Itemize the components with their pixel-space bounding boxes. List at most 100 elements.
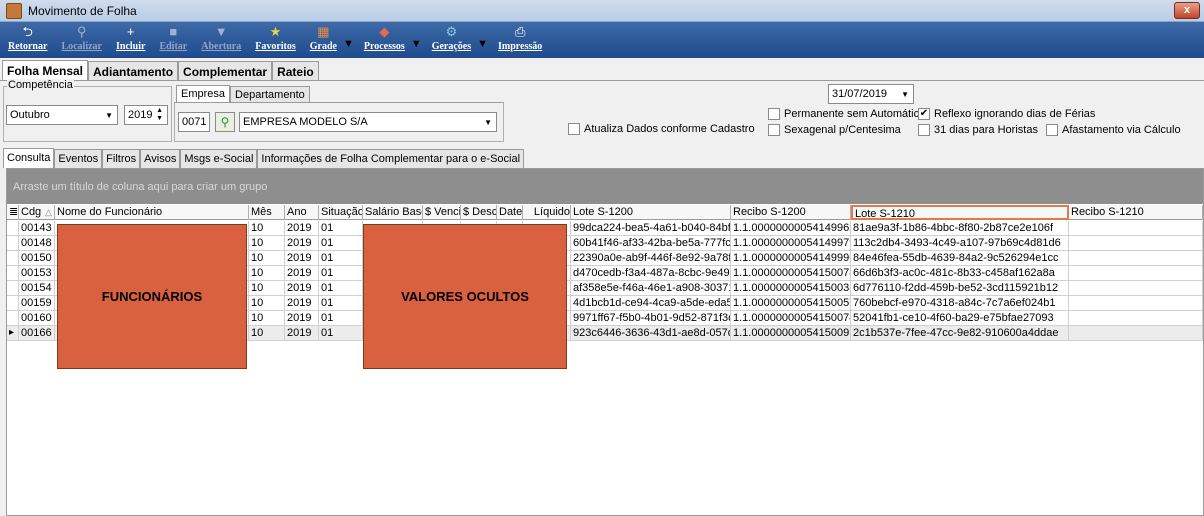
tab-eventos[interactable]: Eventos (54, 149, 103, 168)
chevron-down-icon[interactable]: ▼ (411, 38, 422, 50)
month-select[interactable]: Outubro ▼ (6, 105, 118, 125)
table-cell[interactable]: 1.1.0000000005415007449 (731, 311, 851, 326)
table-cell[interactable]: 01 (319, 326, 363, 341)
table-cell[interactable]: 00143 (19, 221, 55, 236)
column-header--desc[interactable]: $ Desc (461, 205, 497, 220)
table-cell[interactable]: 99dca224-bea5-4a61-b040-84bf1d (571, 221, 731, 236)
row-indicator[interactable] (7, 251, 19, 266)
tab-empresa[interactable]: Empresa (176, 85, 231, 103)
table-cell[interactable]: 1.1.0000000005414996220 (731, 221, 851, 236)
reflexo-checkbox[interactable]: ✔ Reflexo ignorando dias de Férias (918, 108, 1095, 120)
tab-folha-mensal[interactable]: Folha Mensal (2, 60, 89, 80)
column-header--vencir[interactable]: $ Vencir (423, 205, 461, 220)
table-cell[interactable]: 1.1.0000000005415007844 (731, 266, 851, 281)
tab-msgs-e-social[interactable]: Msgs e-Social (180, 149, 258, 168)
checkbox-box[interactable]: ✔ (918, 108, 930, 120)
table-cell[interactable]: 113c2db4-3493-4c49-a107-97b69c4d81d6 (851, 236, 1069, 251)
retornar-button[interactable]: ⮌ Retornar (8, 22, 47, 52)
empresa-code-field[interactable]: 0071 (178, 112, 210, 132)
processos-button[interactable]: ◆ Processos (364, 22, 405, 52)
table-cell[interactable]: 10 (249, 311, 285, 326)
atualiza-checkbox[interactable]: Atualiza Dados conforme Cadastro (568, 123, 755, 135)
table-cell[interactable]: 2c1b537e-7fee-47cc-9e82-910600a4ddae (851, 326, 1069, 341)
checkbox-box[interactable] (568, 123, 580, 135)
column-header-recibo-s-1210[interactable]: Recibo S-1210 (1069, 205, 1203, 220)
localizar-button[interactable]: ⚲ Localizar (61, 22, 102, 52)
table-cell[interactable]: 01 (319, 251, 363, 266)
table-cell[interactable]: 1.1.0000000005415005707 (731, 296, 851, 311)
sexagenal-checkbox[interactable]: Sexagenal p/Centesima (768, 124, 901, 136)
tab-filtros[interactable]: Filtros (102, 149, 141, 168)
column-header-lote-s-1210[interactable]: Lote S-1210 (851, 205, 1069, 220)
column-header-nome-do-funcion-rio[interactable]: Nome do Funcionário (55, 205, 249, 220)
empresa-name-select[interactable]: EMPRESA MODELO S/A ▼ (239, 112, 497, 132)
table-cell[interactable]: 2019 (285, 296, 319, 311)
table-cell[interactable]: 22390a0e-ab9f-446f-8e92-9a78f911 (571, 251, 731, 266)
table-cell[interactable] (1069, 311, 1203, 326)
table-cell[interactable]: 00159 (19, 296, 55, 311)
table-cell[interactable]: 00148 (19, 236, 55, 251)
year-stepper[interactable]: 2019 ▲ ▼ (124, 105, 168, 125)
column-header-situa-o[interactable]: Situação (319, 205, 363, 220)
table-cell[interactable]: 2019 (285, 326, 319, 341)
table-cell[interactable]: 10 (249, 296, 285, 311)
row-indicator[interactable] (7, 236, 19, 251)
table-cell[interactable]: 2019 (285, 236, 319, 251)
abertura-button[interactable]: ▼ Abertura (201, 22, 241, 52)
table-cell[interactable]: 01 (319, 311, 363, 326)
table-cell[interactable]: 2019 (285, 221, 319, 236)
table-cell[interactable]: 760bebcf-e970-4318-a84c-7c7a6ef024b1 (851, 296, 1069, 311)
table-cell[interactable]: 00166 (19, 326, 55, 341)
column-header-l-quido[interactable]: Líquido (523, 205, 571, 220)
column-header-ano[interactable]: Ano (285, 205, 319, 220)
table-cell[interactable]: 10 (249, 251, 285, 266)
stepper-arrows-icon[interactable]: ▲ ▼ (156, 107, 163, 123)
editar-button[interactable]: ■ Editar (159, 22, 187, 52)
table-cell[interactable]: 00150 (19, 251, 55, 266)
table-cell[interactable]: 2019 (285, 281, 319, 296)
table-cell[interactable]: d470cedb-f3a4-487a-8cbc-9e49ed (571, 266, 731, 281)
table-cell[interactable]: 01 (319, 221, 363, 236)
table-cell[interactable] (1069, 221, 1203, 236)
table-cell[interactable]: 923c6446-3636-43d1-ae8d-057dec (571, 326, 731, 341)
table-cell[interactable]: 2019 (285, 251, 319, 266)
table-cell[interactable] (1069, 266, 1203, 281)
table-cell[interactable]: 10 (249, 236, 285, 251)
table-cell[interactable] (1069, 296, 1203, 311)
column-header-date[interactable]: Date (497, 205, 523, 220)
tab-rateio[interactable]: Rateio (272, 61, 319, 80)
column-chooser-icon[interactable]: ≣ (7, 205, 19, 220)
favoritos-button[interactable]: ★ Favoritos (255, 22, 296, 52)
row-indicator[interactable] (7, 221, 19, 236)
table-cell[interactable]: 1.1.0000000005415009365 (731, 326, 851, 341)
table-cell[interactable]: 10 (249, 326, 285, 341)
table-cell[interactable]: 1.1.0000000005415003537 (731, 281, 851, 296)
impress-o-button[interactable]: ⎙ Impressão (498, 22, 542, 52)
table-cell[interactable]: 60b41f46-af33-42ba-be5a-777fc6c2 (571, 236, 731, 251)
tab-informa-es-de-folha-complement[interactable]: Informações de Folha Complementar para o… (257, 149, 525, 168)
tab-departamento[interactable]: Departamento (230, 86, 310, 103)
table-cell[interactable] (1069, 236, 1203, 251)
table-cell[interactable]: af358e5e-f46a-46e1-a908-30371cd (571, 281, 731, 296)
table-cell[interactable]: 01 (319, 281, 363, 296)
table-cell[interactable] (1069, 281, 1203, 296)
table-cell[interactable]: 01 (319, 296, 363, 311)
table-cell[interactable] (1069, 326, 1203, 341)
search-empresa-icon[interactable]: ⚲ (215, 112, 235, 132)
table-cell[interactable]: 84e46fea-55db-4639-84a2-9c526294e1cc (851, 251, 1069, 266)
row-indicator[interactable] (7, 296, 19, 311)
afastamento-checkbox[interactable]: Afastamento via Cálculo (1046, 124, 1181, 136)
table-cell[interactable]: 00153 (19, 266, 55, 281)
row-indicator[interactable] (7, 281, 19, 296)
chevron-down-icon[interactable]: ▼ (343, 38, 354, 50)
chevron-down-icon[interactable]: ▼ (477, 38, 488, 50)
permanente-checkbox[interactable]: Permanente sem Automático (768, 108, 925, 120)
table-cell[interactable]: 1.1.0000000005414999636 (731, 251, 851, 266)
column-header-m-s[interactable]: Mês (249, 205, 285, 220)
group-panel[interactable]: Arraste um título de coluna aqui para cr… (7, 169, 1203, 204)
column-header-sal-rio-base[interactable]: Salário Base (363, 205, 423, 220)
table-cell[interactable]: 4d1bcb1d-ce94-4ca9-a5de-eda57 (571, 296, 731, 311)
table-cell[interactable]: 1.1.0000000005414997954 (731, 236, 851, 251)
table-cell[interactable]: 81ae9a3f-1b86-4bbc-8f80-2b87ce2e106f (851, 221, 1069, 236)
dias31-checkbox[interactable]: 31 dias para Horistas (918, 124, 1038, 136)
